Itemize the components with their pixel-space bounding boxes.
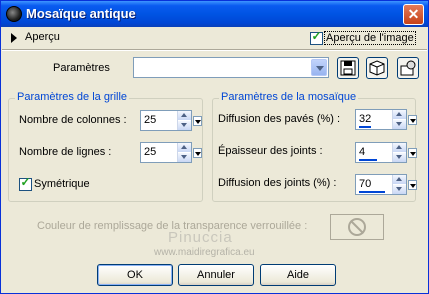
joint-thickness-slider-arrow[interactable] — [408, 148, 417, 158]
columns-spin-buttons[interactable] — [177, 111, 191, 130]
tile-diffusion-spin-buttons[interactable] — [392, 110, 406, 129]
columns-slider-arrow[interactable] — [193, 116, 202, 126]
symmetric-label[interactable]: Symétrique — [34, 178, 90, 190]
joint-thickness-value[interactable]: 4 — [359, 146, 365, 158]
joint-diffusion-slider-arrow[interactable] — [408, 180, 417, 190]
app-icon — [6, 6, 22, 22]
window-title: Mosaïque antique — [26, 6, 136, 21]
joint-diffusion-spin-buttons[interactable] — [392, 175, 406, 194]
grid-settings-group: Paramètres de la grille Nombre de colonn… — [8, 91, 203, 202]
tile-diffusion-value[interactable]: 32 — [359, 113, 371, 125]
spin-down-icon[interactable] — [393, 153, 406, 162]
rows-spin-buttons[interactable] — [177, 143, 191, 162]
joint-diffusion-value[interactable]: 70 — [359, 178, 371, 190]
joint-thickness-spinbox[interactable]: 4 — [355, 142, 417, 163]
watermark-url: www.maidiregrafica.eu — [154, 247, 255, 258]
show-preview-label[interactable]: Aperçu de l'image — [324, 31, 416, 45]
symmetric-checkbox[interactable]: ✓ — [19, 175, 32, 191]
randomize-button[interactable] — [366, 57, 388, 79]
joint-diffusion-level-bar — [359, 191, 385, 193]
dialog-window: Mosaïque antique ✕ Aperçu ✓ Aperçu de l'… — [0, 0, 429, 294]
tile-diffusion-level-bar — [359, 126, 371, 128]
title-bar[interactable]: Mosaïque antique ✕ — [1, 1, 428, 27]
floppy-disk-icon — [340, 60, 356, 76]
mosaic-settings-title: Paramètres de la mosaïque — [219, 91, 359, 103]
columns-spinbox[interactable]: 25 — [140, 110, 202, 131]
checkmark-icon: ✓ — [20, 175, 31, 189]
tile-diffusion-label: Diffusion des pavés (%) : — [218, 113, 341, 125]
joint-thickness-spin-buttons[interactable] — [392, 143, 406, 162]
fill-color-swatch — [330, 214, 384, 240]
spin-up-icon[interactable] — [393, 175, 406, 184]
no-color-icon — [348, 218, 366, 236]
joint-diffusion-spinbox[interactable]: 70 — [355, 174, 417, 195]
divider — [2, 49, 427, 51]
spin-up-icon[interactable] — [393, 110, 406, 119]
manage-presets-button[interactable] — [397, 57, 419, 79]
watermark-name: Pinuccia — [168, 229, 233, 246]
rows-label: Nombre de lignes : — [19, 146, 112, 158]
rows-spinbox[interactable]: 25 — [140, 142, 202, 163]
spin-down-icon[interactable] — [178, 121, 191, 130]
spin-down-icon[interactable] — [178, 153, 191, 162]
save-preset-button[interactable] — [337, 57, 359, 79]
spin-down-icon[interactable] — [393, 120, 406, 129]
spin-up-icon[interactable] — [178, 111, 191, 120]
tile-diffusion-slider-arrow[interactable] — [408, 115, 417, 125]
presets-label: Paramètres — [53, 62, 110, 74]
dice-icon — [369, 60, 385, 76]
mosaic-settings-group: Paramètres de la mosaïque Diffusion des … — [212, 91, 417, 202]
expand-arrow-icon[interactable] — [11, 33, 17, 43]
rows-value[interactable]: 25 — [144, 146, 156, 158]
joint-diffusion-label: Diffusion des joints (%) : — [218, 177, 337, 189]
rows-slider-arrow[interactable] — [193, 148, 202, 158]
presets-combo[interactable] — [133, 57, 329, 78]
close-button[interactable]: ✕ — [403, 4, 424, 25]
show-preview-checkbox[interactable]: ✓ — [310, 29, 323, 45]
help-button[interactable]: Aide — [260, 264, 336, 286]
spin-up-icon[interactable] — [393, 143, 406, 152]
preset-manager-icon — [400, 60, 416, 76]
checkmark-icon: ✓ — [311, 29, 322, 43]
tile-diffusion-spinbox[interactable]: 32 — [355, 109, 417, 130]
spin-up-icon[interactable] — [178, 143, 191, 152]
joint-thickness-label: Épaisseur des joints : — [218, 145, 323, 157]
ok-button[interactable]: OK — [97, 264, 173, 286]
columns-value[interactable]: 25 — [144, 114, 156, 126]
presets-dropdown-button[interactable] — [311, 59, 327, 76]
preview-section-label[interactable]: Aperçu — [25, 31, 60, 43]
spin-down-icon[interactable] — [393, 185, 406, 194]
grid-settings-title: Paramètres de la grille — [15, 91, 130, 103]
columns-label: Nombre de colonnes : — [19, 114, 127, 126]
joint-thickness-level-bar — [359, 159, 377, 161]
cancel-button[interactable]: Annuler — [178, 264, 254, 286]
